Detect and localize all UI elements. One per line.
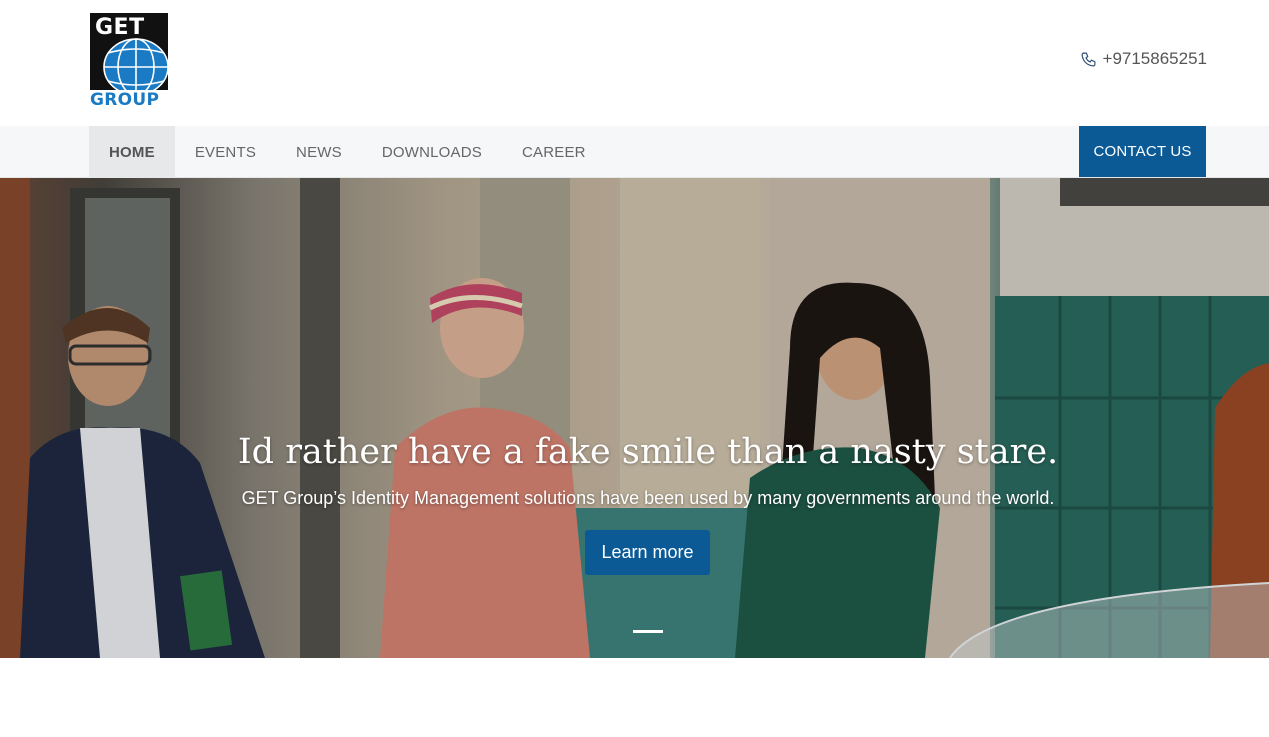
phone-icon — [1081, 52, 1095, 66]
nav-item-career[interactable]: CAREER — [502, 126, 606, 178]
hero-carousel: Id rather have a fake smile than a nasty… — [0, 178, 1269, 658]
nav-item-news[interactable]: NEWS — [276, 126, 362, 178]
main-navigation: HOME EVENTS NEWS DOWNLOADS CAREER CONTAC… — [0, 126, 1269, 178]
hero-title: Id rather have a fake smile than a nasty… — [237, 432, 1059, 472]
hero-subtitle: GET Group’s Identity Management solution… — [241, 488, 1055, 508]
learn-more-button[interactable]: Learn more — [585, 530, 710, 575]
carousel-indicator-active[interactable] — [633, 630, 663, 633]
nav-item-events[interactable]: EVENTS — [175, 126, 276, 178]
nav-item-downloads[interactable]: DOWNLOADS — [362, 126, 502, 178]
site-header: GET GROUP +9715865251 — [0, 0, 1269, 126]
get-group-logo[interactable]: GET GROUP — [90, 13, 168, 110]
logo-mark: GET — [90, 13, 168, 90]
phone-contact[interactable]: +9715865251 — [1080, 49, 1207, 69]
globe-icon — [103, 38, 168, 90]
logo-group-text: GROUP — [90, 90, 160, 110]
contact-us-button[interactable]: CONTACT US — [1079, 126, 1206, 177]
nav-item-home[interactable]: HOME — [89, 126, 175, 178]
phone-number: +9715865251 — [1102, 49, 1207, 68]
hero-overlay — [0, 178, 1269, 658]
